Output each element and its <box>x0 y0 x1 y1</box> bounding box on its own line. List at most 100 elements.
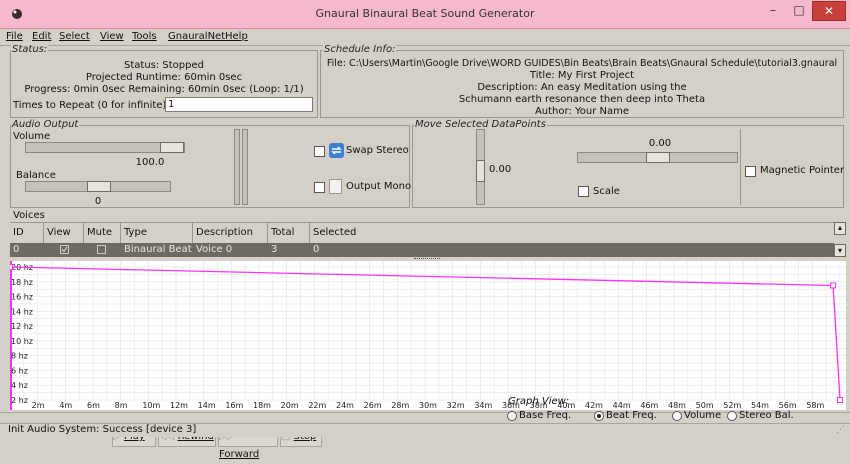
magnetic-pointer-label[interactable]: Magnetic Pointer <box>760 165 844 176</box>
swap-stereo-checkbox[interactable] <box>314 146 325 157</box>
schedule-description: Description: An easy Meditation using th… <box>477 82 687 93</box>
document-icon <box>329 179 342 194</box>
window-title: Gnaural Binaural Beat Sound Generator <box>315 7 535 20</box>
x-tick-label: 4m <box>59 401 72 410</box>
scroll-down-button[interactable]: ▾ <box>834 244 846 257</box>
menu-edit[interactable]: Edit <box>32 31 51 42</box>
x-tick-label: 16m <box>225 401 243 410</box>
x-tick-label: 22m <box>308 401 326 410</box>
scroll-up-button[interactable]: ▴ <box>834 222 846 235</box>
menu-bar: File Edit Select View Tools GnauralNet H… <box>0 29 850 46</box>
horizontal-slider-thumb[interactable] <box>646 152 670 163</box>
x-tick-label: 26m <box>364 401 382 410</box>
level-meter-left <box>234 129 240 205</box>
x-tick-label: 32m <box>447 401 465 410</box>
data-point <box>830 282 837 289</box>
y-tick-label: 2 hz <box>11 396 28 405</box>
x-tick-label: 48m <box>668 401 686 410</box>
mute-checkbox[interactable] <box>97 245 106 254</box>
menu-file[interactable]: File <box>6 31 23 42</box>
vertical-slider[interactable] <box>476 129 485 205</box>
volume-slider[interactable] <box>25 142 185 153</box>
col-mute[interactable]: Mute <box>84 223 121 243</box>
radio-stereo-bal-label[interactable]: Stereo Bal. <box>739 410 794 421</box>
voices-legend: Voices <box>13 210 45 221</box>
x-tick-label: 46m <box>640 401 658 410</box>
col-id[interactable]: ID <box>10 223 44 243</box>
x-tick-label: 6m <box>87 401 100 410</box>
vertical-slider-thumb[interactable] <box>476 160 485 182</box>
x-tick-label: 8m <box>115 401 128 410</box>
graph-view-title: Graph View: <box>508 396 570 407</box>
col-type[interactable]: Type <box>121 223 193 243</box>
volume-label: Volume <box>13 131 51 142</box>
volume-slider-thumb[interactable] <box>160 142 184 153</box>
radio-base-freq[interactable] <box>507 411 517 421</box>
close-button[interactable]: ✕ <box>812 1 846 21</box>
radio-base-freq-label[interactable]: Base Freq. <box>519 410 571 421</box>
table-row[interactable]: 0 Binaural Beat Voice 0 3 0 <box>10 243 834 257</box>
radio-beat-freq[interactable] <box>594 411 604 421</box>
swap-stereo-label[interactable]: Swap Stereo <box>346 145 409 156</box>
frequency-graph[interactable]: 20 hz18 hz16 hz14 hz12 hz10 hz8 hz6 hz4 … <box>10 261 846 410</box>
radio-stereo-bal[interactable] <box>727 411 737 421</box>
radio-volume-label[interactable]: Volume <box>684 410 721 421</box>
voices-header: ID View Mute Type Description Total Sele… <box>10 222 834 244</box>
menu-gnauralnet[interactable]: GnauralNet <box>168 31 225 42</box>
row-total: 3 <box>271 244 278 255</box>
title-bar: Gnaural Binaural Beat Sound Generator – … <box>0 0 850 29</box>
magnetic-pointer-checkbox[interactable] <box>745 166 756 177</box>
x-tick-label: 28m <box>391 401 409 410</box>
data-point <box>837 397 843 403</box>
progress-line: Progress: 0min 0sec Remaining: 60min 0se… <box>24 84 304 95</box>
swap-icon <box>329 143 344 158</box>
radio-beat-freq-label[interactable]: Beat Freq. <box>606 410 657 421</box>
repeat-input[interactable]: 1 <box>165 97 313 112</box>
col-description[interactable]: Description <box>193 223 268 243</box>
radio-volume[interactable] <box>672 411 682 421</box>
vertical-value: 0.00 <box>489 164 512 175</box>
maximize-button[interactable]: □ <box>786 1 812 21</box>
audio-output-legend: Audio Output <box>11 119 80 130</box>
y-tick-label: 12 hz <box>11 322 33 331</box>
x-tick-label: 54m <box>751 401 769 410</box>
y-tick-label: 10 hz <box>11 337 33 346</box>
scale-label[interactable]: Scale <box>593 186 620 197</box>
col-view[interactable]: View <box>44 223 84 243</box>
scale-checkbox[interactable] <box>578 186 589 197</box>
y-tick-label: 8 hz <box>11 352 28 361</box>
status-bar-text: Init Audio System: Success [device 3] <box>8 424 197 435</box>
y-tick-label: 14 hz <box>11 307 33 316</box>
minimize-button[interactable]: – <box>760 1 786 21</box>
y-tick-label: 16 hz <box>11 293 33 302</box>
x-tick-label: 10m <box>142 401 160 410</box>
output-mono-checkbox[interactable] <box>314 182 325 193</box>
view-checkbox[interactable] <box>60 245 69 254</box>
balance-slider-thumb[interactable] <box>87 181 111 192</box>
status-bar: Init Audio System: Success [device 3] ⋰ <box>0 423 850 437</box>
menu-tools[interactable]: Tools <box>132 31 157 42</box>
output-mono-label[interactable]: Output Mono <box>346 181 411 192</box>
col-total[interactable]: Total <box>268 223 310 243</box>
balance-label: Balance <box>16 170 56 181</box>
menu-help[interactable]: Help <box>225 31 248 42</box>
row-id: 0 <box>13 244 20 255</box>
resize-grip-icon[interactable]: ⋰ <box>836 425 845 435</box>
horizontal-slider[interactable] <box>577 152 738 163</box>
balance-value: 0 <box>94 196 102 207</box>
schedule-legend: Schedule Info: <box>323 44 397 55</box>
menu-view[interactable]: View <box>100 31 124 42</box>
repeat-label: Times to Repeat (0 for infinite): <box>13 100 170 111</box>
x-tick-label: 14m <box>198 401 216 410</box>
x-tick-label: 52m <box>723 401 741 410</box>
col-selected[interactable]: Selected <box>310 223 834 243</box>
balance-slider[interactable] <box>25 181 171 192</box>
volume-value: 100.0 <box>135 157 165 168</box>
x-tick-label: 50m <box>696 401 714 410</box>
schedule-file: File: C:\Users\Martin\Google Drive\WORD … <box>326 58 838 69</box>
graph-view-options: Base Freq. Beat Freq. Volume Stereo Bal. <box>507 410 847 422</box>
y-tick-label: 18 hz <box>11 278 33 287</box>
menu-select[interactable]: Select <box>59 31 90 42</box>
x-tick-label: 18m <box>253 401 271 410</box>
status-line: Status: Stopped <box>124 60 204 71</box>
